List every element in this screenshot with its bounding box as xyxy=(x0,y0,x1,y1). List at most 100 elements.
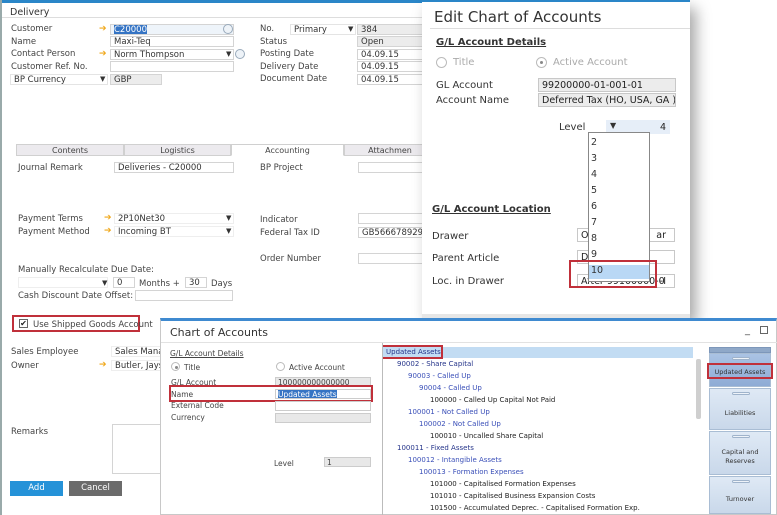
link-arrow-icon[interactable]: ➔ xyxy=(104,226,112,236)
maximize-icon[interactable] xyxy=(760,326,768,334)
account-name-field[interactable]: Deferred Tax (HO, USA, GA ) xyxy=(538,93,676,107)
posting-date-field[interactable]: 04.09.15 xyxy=(357,49,427,60)
remarks-field[interactable] xyxy=(112,424,164,474)
window-title: Edit Chart of Accounts xyxy=(434,8,602,26)
edit-chart-of-accounts-window: Edit Chart of Accounts G/L Account Detai… xyxy=(422,0,690,318)
journal-remark-label: Journal Remark xyxy=(18,163,83,173)
tab-logistics[interactable]: Logistics xyxy=(124,144,231,156)
tree-node[interactable]: 100011 - Fixed Assets xyxy=(397,444,474,452)
tree-node[interactable]: 100013 - Formation Expenses xyxy=(419,468,524,476)
indicator-label: Indicator xyxy=(260,215,298,225)
payment-terms-label: Payment Terms xyxy=(18,214,83,224)
level-option[interactable]: 5 xyxy=(591,185,597,196)
tree-scrollbar[interactable] xyxy=(696,359,701,419)
level-option[interactable]: 8 xyxy=(591,233,597,244)
external-code-label: External Code xyxy=(171,401,224,410)
add-button[interactable]: Add xyxy=(10,481,63,496)
tree-node[interactable]: 100002 - Not Called Up xyxy=(419,420,501,428)
tree-node[interactable]: 90004 - Called Up xyxy=(419,384,482,392)
tree-node[interactable]: 100000 - Called Up Capital Not Paid xyxy=(430,396,555,404)
chevron-down-icon[interactable]: ▼ xyxy=(100,74,105,84)
chevron-down-icon[interactable]: ▼ xyxy=(226,213,231,223)
minimize-icon[interactable]: _ xyxy=(745,325,750,336)
level-option[interactable]: 4 xyxy=(591,169,597,180)
customer-label: Customer xyxy=(11,24,53,34)
title-radio-label: Title xyxy=(453,57,475,68)
tab-contents[interactable]: Contents xyxy=(16,144,124,156)
bp-currency-select[interactable]: BP Currency xyxy=(10,74,108,85)
help-icon[interactable] xyxy=(235,49,245,59)
external-code-field[interactable] xyxy=(275,401,371,411)
link-arrow-icon[interactable]: ➔ xyxy=(99,49,107,59)
parent-article-label: Parent Article xyxy=(432,253,500,264)
bp-project-field[interactable] xyxy=(358,162,428,173)
drawer-capital-reserves[interactable]: Capital and Reserves xyxy=(709,431,771,475)
doc-number-field: 384 xyxy=(357,24,427,35)
drawer-handle-icon xyxy=(732,357,750,360)
title-radio[interactable] xyxy=(171,362,180,371)
chevron-down-icon[interactable]: ▼ xyxy=(102,278,107,288)
chevron-down-icon[interactable]: ▼ xyxy=(348,24,353,34)
customer-field[interactable]: C20000 xyxy=(110,24,234,35)
level-option[interactable]: 7 xyxy=(591,217,597,228)
months-label: Months + xyxy=(139,279,180,289)
currency-label: Currency xyxy=(171,413,205,422)
days-field[interactable]: 30 xyxy=(185,277,207,288)
title-radio[interactable] xyxy=(436,57,447,68)
owner-field[interactable]: Butler, Jayson xyxy=(111,360,163,371)
payment-terms-select[interactable]: 2P10Net30 xyxy=(114,213,234,224)
help-icon[interactable] xyxy=(223,24,233,34)
active-account-radio[interactable] xyxy=(276,362,285,371)
currency-field xyxy=(275,413,371,423)
name-field[interactable]: Maxi-Teq xyxy=(110,36,234,47)
indicator-field[interactable] xyxy=(358,213,428,224)
drawer-turnover[interactable]: Turnover xyxy=(709,476,771,514)
chevron-down-icon[interactable]: ▼ xyxy=(610,121,616,131)
shipped-goods-checkbox[interactable]: ✔ xyxy=(19,319,28,328)
drawer-label: Drawer xyxy=(432,231,469,242)
level-option[interactable]: 6 xyxy=(591,201,597,212)
level-option[interactable]: 9 xyxy=(591,249,597,260)
payment-method-select[interactable]: Incoming BT xyxy=(114,226,234,237)
chevron-down-icon[interactable]: ▼ xyxy=(226,226,231,236)
tree-node[interactable]: 90003 - Called Up xyxy=(408,372,471,380)
level-option[interactable]: 3 xyxy=(591,153,597,164)
tree-node[interactable]: 100010 - Uncalled Share Capital xyxy=(430,432,543,440)
contact-person-select[interactable]: Norm Thompson xyxy=(110,49,234,60)
cancel-button[interactable]: Cancel xyxy=(69,481,122,496)
cash-discount-field[interactable] xyxy=(135,290,233,301)
months-field[interactable]: 0 xyxy=(113,277,135,288)
tab-accounting[interactable]: Accounting xyxy=(231,144,344,156)
federal-tax-id-field[interactable]: GB566678929 xyxy=(358,227,428,238)
order-number-label: Order Number xyxy=(260,254,322,264)
link-arrow-icon[interactable]: ➔ xyxy=(99,24,107,34)
link-arrow-icon[interactable]: ➔ xyxy=(104,213,112,223)
chevron-down-icon[interactable]: ▼ xyxy=(226,49,231,59)
bp-project-label: BP Project xyxy=(260,163,303,173)
active-account-radio[interactable] xyxy=(536,57,547,68)
link-arrow-icon[interactable]: ➔ xyxy=(99,360,107,370)
shipped-goods-label: Use Shipped Goods Account xyxy=(33,320,153,330)
contact-person-label: Contact Person xyxy=(11,49,76,59)
level-label: Level xyxy=(274,459,294,468)
journal-remark-field[interactable]: Deliveries - C20000 xyxy=(114,162,234,173)
customer-ref-field[interactable] xyxy=(110,61,234,72)
account-tree[interactable]: Updated Assets 90002 - Share Capital 90003… xyxy=(382,343,693,515)
sales-employee-label: Sales Employee xyxy=(11,347,79,357)
tree-node[interactable]: 101000 - Capitalised Formation Expenses xyxy=(430,480,576,488)
tree-node[interactable]: 100001 - Not Called Up xyxy=(408,408,490,416)
level-option[interactable]: 2 xyxy=(591,137,597,148)
tree-node[interactable]: 101010 - Capitalised Business Expansion … xyxy=(430,492,595,500)
drawer-liabilities[interactable]: Liabilities xyxy=(709,388,771,430)
order-number-field[interactable] xyxy=(358,253,428,264)
tree-node[interactable]: 100012 - Intangible Assets xyxy=(408,456,502,464)
sales-employee-select[interactable]: Sales Manage xyxy=(111,346,163,357)
tree-node[interactable]: 90002 - Share Capital xyxy=(397,360,473,368)
series-select[interactable]: Primary xyxy=(290,24,356,35)
recalc-due-date-select[interactable] xyxy=(18,277,108,288)
account-name-label: Account Name xyxy=(436,95,510,106)
document-date-field[interactable]: 04.09.15 xyxy=(357,74,427,85)
tree-node[interactable]: 101500 - Accumulated Deprec. - Capitalis… xyxy=(430,504,640,512)
highlight-box xyxy=(569,260,657,288)
delivery-date-field[interactable]: 04.09.15 xyxy=(357,61,427,72)
